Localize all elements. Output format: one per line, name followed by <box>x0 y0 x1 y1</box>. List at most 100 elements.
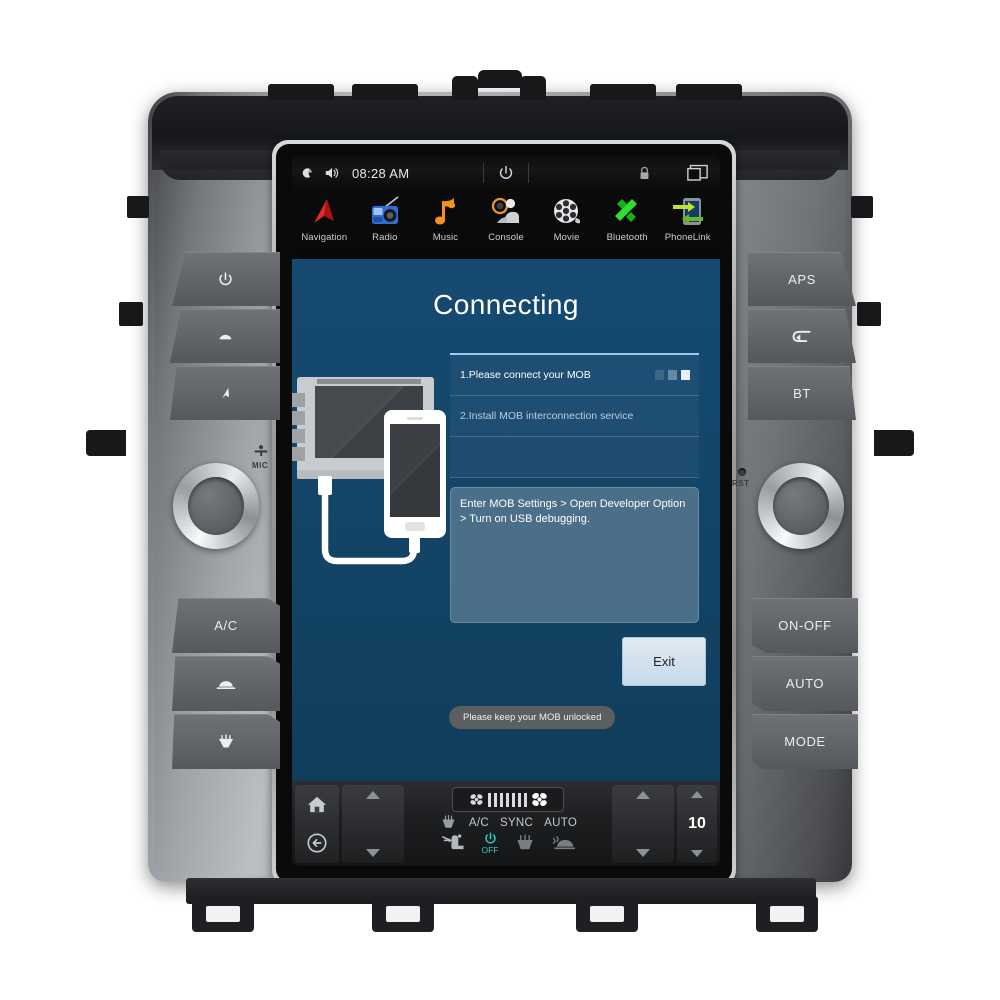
phonelink-icon <box>671 191 705 233</box>
step-label: 2.Install MOB interconnection service <box>460 410 634 422</box>
toast-message: Please keep your MOB unlocked <box>449 706 616 729</box>
hw-button-on-off-label: ON-OFF <box>778 618 832 633</box>
rear-defrost-icon[interactable] <box>439 815 458 830</box>
display-port <box>292 429 305 443</box>
usb-plug-phone <box>409 537 420 553</box>
power-icon <box>484 832 496 844</box>
navigation-arrow-icon <box>307 191 341 233</box>
mic-label: MIC <box>252 461 269 470</box>
app-label: PhoneLink <box>664 232 711 243</box>
status-bar-left: 08:28 AM <box>300 166 409 181</box>
head-unit-screenshot: MIC A/C APS BT RST ON-OFF AUTO MODE 08:2… <box>0 0 1000 1000</box>
right-tune-knob[interactable] <box>758 463 844 549</box>
app-movie[interactable]: Movie <box>538 191 596 243</box>
hw-button-bt[interactable]: BT <box>748 366 856 420</box>
step-item-empty <box>450 437 699 478</box>
fan-level-bars[interactable] <box>487 792 527 807</box>
hw-button-auto-label: AUTO <box>785 676 825 691</box>
hw-button-front-defrost[interactable] <box>172 656 280 711</box>
mount-tab-top <box>520 76 546 100</box>
app-label: Console <box>488 232 524 243</box>
mount-foot <box>756 896 818 932</box>
console-driver-icon <box>489 191 523 233</box>
hw-button-auto[interactable]: AUTO <box>752 656 858 711</box>
fan-icon[interactable] <box>530 791 549 808</box>
triangle-up-icon[interactable] <box>691 791 703 798</box>
display-port <box>292 411 305 425</box>
airflow-seat-icon[interactable] <box>441 832 467 854</box>
triangle-down-icon[interactable] <box>636 849 650 857</box>
climate-power-toggle[interactable]: OFF <box>482 831 499 855</box>
triangle-up-icon[interactable] <box>366 791 380 799</box>
step-item-2[interactable]: 2.Install MOB interconnection service <box>450 396 699 437</box>
hw-button-power-left[interactable] <box>172 252 280 306</box>
left-temp-stepper[interactable] <box>342 785 404 863</box>
sync-label[interactable]: SYNC <box>500 817 533 829</box>
hw-button-ac-label: A/C <box>214 618 238 633</box>
mount-tab-top <box>352 84 418 100</box>
climate-mode-row: A/C SYNC AUTO <box>439 815 577 830</box>
mic-icon <box>254 445 268 456</box>
triangle-down-icon[interactable] <box>691 850 703 857</box>
mount-tab-left <box>127 196 149 218</box>
step-item-1[interactable]: 1.Please connect your MOB <box>450 355 699 396</box>
left-button-stack-upper <box>170 252 280 423</box>
hw-button-on-off[interactable]: ON-OFF <box>752 598 858 653</box>
triangle-up-icon[interactable] <box>636 791 650 799</box>
display-port <box>292 447 305 461</box>
back-arrow-icon[interactable] <box>306 832 328 854</box>
app-navigation[interactable]: Navigation <box>295 191 353 243</box>
usb-plug-display <box>318 476 332 495</box>
reset-pinhole[interactable] <box>738 468 746 476</box>
steps-list: 1.Please connect your MOB 2.Install MOB … <box>450 353 699 478</box>
right-temp-stepper[interactable] <box>612 785 674 863</box>
page-title: Connecting <box>433 289 579 320</box>
mobile-phone-graphic <box>384 410 446 538</box>
left-volume-knob[interactable] <box>173 463 259 549</box>
temperature-stepper[interactable]: 10 <box>677 785 717 863</box>
mount-foot <box>576 896 638 932</box>
status-divider <box>483 163 484 183</box>
fan-icon[interactable] <box>468 792 485 807</box>
display-port <box>292 393 305 407</box>
app-launcher-row: Navigation Radio Music Console Movie Blu… <box>292 190 720 259</box>
home-icon[interactable] <box>306 794 328 814</box>
hw-button-navigation-left[interactable] <box>170 366 280 420</box>
power-icon[interactable] <box>497 164 515 182</box>
moon-star-icon[interactable] <box>300 166 315 181</box>
triangle-down-icon[interactable] <box>366 849 380 857</box>
ac-label[interactable]: A/C <box>469 817 489 829</box>
app-bluetooth[interactable]: Bluetooth <box>598 191 656 243</box>
hw-button-aps[interactable]: APS <box>748 252 856 306</box>
lock-icon[interactable] <box>638 166 651 181</box>
mount-tab-top <box>590 84 656 100</box>
recent-apps-icon[interactable] <box>687 164 708 182</box>
right-button-stack-lower: ON-OFF AUTO MODE <box>752 598 858 772</box>
hw-button-ac[interactable]: A/C <box>172 598 280 653</box>
app-console[interactable]: Console <box>477 191 535 243</box>
auto-label[interactable]: AUTO <box>544 817 577 829</box>
mount-tab-right <box>874 430 914 456</box>
front-defrost-icon[interactable] <box>514 833 536 852</box>
screen-bezel: 08:28 AM Navigation Radio Music Console … <box>272 140 736 886</box>
app-radio[interactable]: Radio <box>356 191 414 243</box>
windshield-defrost-icon[interactable] <box>551 833 576 852</box>
hw-button-back-right[interactable] <box>748 309 856 363</box>
bottom-bracket <box>186 878 816 904</box>
exit-button[interactable]: Exit <box>622 637 706 686</box>
mount-tab-top <box>452 76 478 100</box>
hw-button-mode[interactable]: MODE <box>752 714 858 769</box>
hw-button-home-left[interactable] <box>170 309 280 363</box>
progress-square <box>668 370 677 380</box>
rst-label: RST <box>732 479 750 488</box>
mount-foot <box>372 896 434 932</box>
app-music[interactable]: Music <box>416 191 474 243</box>
touchscreen[interactable]: 08:28 AM Navigation Radio Music Console … <box>292 156 720 866</box>
mount-foot <box>192 896 254 932</box>
power-icon <box>218 271 232 285</box>
fan-speed-control[interactable] <box>452 787 564 812</box>
app-phonelink[interactable]: PhoneLink <box>659 191 717 243</box>
left-button-stack-lower: A/C <box>172 598 280 772</box>
speaker-icon[interactable] <box>324 166 340 180</box>
hw-button-rear-defrost[interactable] <box>172 714 280 769</box>
